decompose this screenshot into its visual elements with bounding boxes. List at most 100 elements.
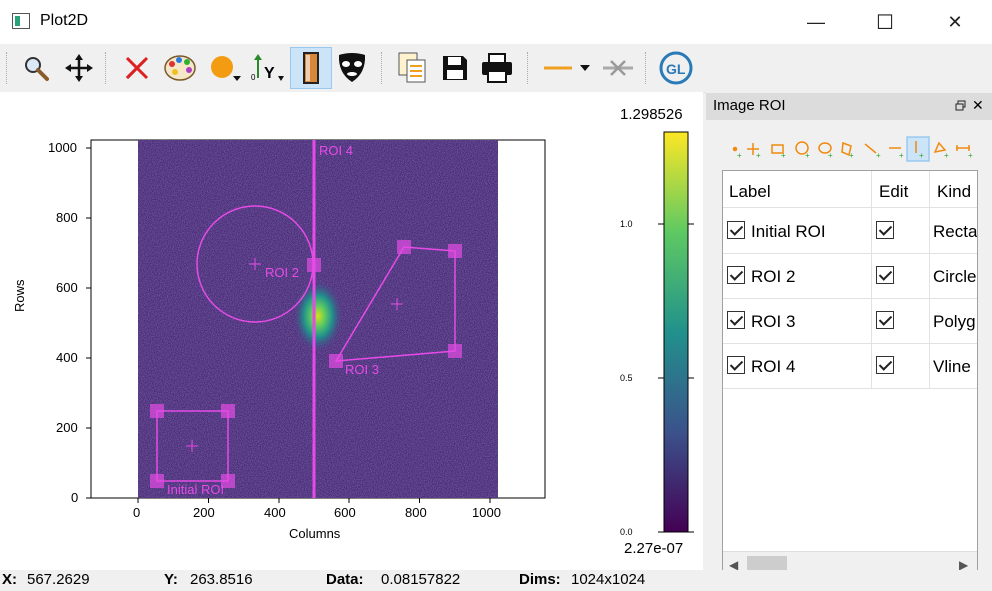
data-value: 0.08157822 [381,571,461,588]
x-tick-label: 1000 [472,505,501,520]
svg-text:+: + [899,151,904,160]
x-tick-label: 600 [334,505,356,520]
printer-icon [482,53,512,83]
x-coord-value: 567.2629 [27,571,90,588]
visible-checkbox[interactable] [727,356,745,374]
svg-text:+: + [944,151,949,160]
mask-icon [338,53,366,82]
y-tick-label: 600 [56,280,78,295]
roi-label-cell[interactable]: Initial ROI [751,222,826,242]
svg-text:+: + [849,151,854,160]
minimize-button[interactable]: — [793,0,839,44]
y-tick-label: 0 [71,490,79,505]
svg-text:+: + [805,151,810,160]
x-tick-label: 200 [193,505,215,520]
zoom-mode-button[interactable] [16,48,56,88]
edit-checkbox[interactable] [876,266,894,284]
y-tick-label: 1000 [48,140,77,155]
colormap-button[interactable] [160,48,200,88]
row-divider [723,298,977,299]
roi2-label: ROI 2 [265,265,299,280]
svg-text:+: + [876,151,881,160]
print-button[interactable] [477,48,517,88]
row-divider [723,253,977,254]
svg-text:0: 0 [251,73,256,82]
column-header-kind[interactable]: Kind [937,182,971,202]
row-divider [723,388,977,389]
dims-label: Dims: [519,571,561,588]
svg-text:+: + [968,151,973,160]
window-title: Plot2D [40,12,89,29]
colorbar [663,131,689,533]
y-tick-label: 200 [56,420,78,435]
dims-value: 1024x1024 [571,571,646,588]
roi-dock-title: Image ROI [713,97,786,114]
svg-text:+: + [737,151,742,160]
roi4-label: ROI 4 [319,143,353,158]
mask-button[interactable] [332,48,372,88]
line-style-button[interactable] [538,48,596,88]
edit-checkbox[interactable] [876,311,894,329]
visible-checkbox[interactable] [727,311,745,329]
x-ticks [137,498,491,503]
y-tick-label: 400 [56,350,78,365]
close-button[interactable]: ✕ [932,0,978,44]
column-divider [929,171,930,388]
column-divider [871,171,872,388]
x-tick-label: 400 [264,505,286,520]
roi-tools[interactable]: + + + + + + + + + + + [725,136,981,162]
initial-roi-label: Initial ROI [167,482,225,497]
roi3-label: ROI 3 [345,362,379,377]
y-axis-label: Rows [12,279,27,312]
x-coord-label: X: [2,571,17,588]
close-dock-icon[interactable]: ✕ [972,97,984,114]
colorbar-min-label: 2.27e-07 [624,540,684,557]
status-bar: X: 567.2629 Y: 263.8516 Data: 0.08157822… [0,570,992,591]
copy-icon [398,52,426,83]
plot-svg[interactable] [0,92,703,570]
row-divider [723,207,977,208]
column-header-edit[interactable]: Edit [879,182,908,202]
circle-marker-icon [211,56,241,81]
roi-kind-cell: Polyg [933,312,976,331]
toolbar-separator [381,52,383,84]
magnifier-icon [25,57,49,81]
colorbar-tick-label: 1.0 [620,219,633,229]
roi-table[interactable]: Label Edit Kind Initial ROI Rectar ROI 2… [722,170,978,578]
palette-icon [164,55,196,81]
line-style-icon [544,65,590,71]
opengl-button[interactable]: GL [656,48,696,88]
save-button[interactable] [435,48,475,88]
visible-checkbox[interactable] [727,266,745,284]
colorbar-max-label: 1.298526 [620,106,683,123]
reset-zoom-button[interactable] [117,48,157,88]
edit-checkbox[interactable] [876,221,894,239]
visible-checkbox[interactable] [727,221,745,239]
roi-label-cell[interactable]: ROI 3 [751,312,795,332]
roi-label-cell[interactable]: ROI 4 [751,357,795,377]
edit-checkbox[interactable] [876,356,894,374]
y-ticks [86,147,91,499]
copy-button[interactable] [392,48,432,88]
marker-button[interactable] [205,48,245,88]
row-divider [723,343,977,344]
pan-mode-button[interactable] [59,48,99,88]
remove-line-icon [603,60,633,76]
roi-kind-cell: Vline [933,357,971,376]
opengl-icon: GL [659,51,693,85]
column-header-label[interactable]: Label [729,182,771,202]
roi-label-cell[interactable]: ROI 2 [751,267,795,287]
svg-text:GL: GL [666,61,686,77]
y-coord-label: Y: [164,571,178,588]
svg-text:Y: Y [264,65,275,82]
remove-profile-button[interactable] [598,48,638,88]
y-axis-button[interactable]: 0 Y [248,48,288,88]
toolbar-separator [645,52,647,84]
keep-aspect-ratio-button[interactable] [290,47,332,89]
float-dock-icon[interactable] [955,99,967,111]
x-axis-label: Columns [289,526,341,541]
move-arrows-icon [65,54,93,82]
x-tick-label: 800 [405,505,427,520]
maximize-button[interactable]: ☐ [862,0,908,44]
floppy-disk-icon [443,56,467,80]
